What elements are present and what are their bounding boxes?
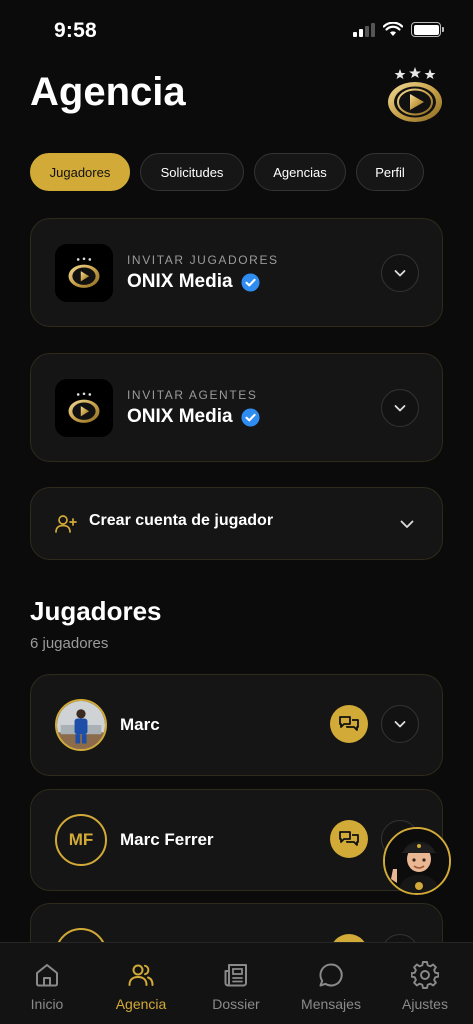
wifi-icon [383,22,403,36]
players-section-title: Jugadores [30,596,162,626]
player-row[interactable]: MF Marc Ferrer [30,789,443,891]
chevron-down-icon [394,270,406,277]
status-bar: 9:58 [0,0,473,60]
status-time: 9:58 [54,19,97,42]
message-player-button[interactable] [330,820,368,858]
onix-media-logo [55,244,113,302]
tab-perfil[interactable]: Perfil [356,153,424,191]
expand-invite-players-button[interactable] [381,254,419,292]
player-name: Marc [120,715,160,734]
assistant-avatar-button[interactable] [383,827,451,895]
nav-agencia[interactable]: Agencia [94,943,188,1024]
bottom-nav: Inicio Agencia Dossier Mensajes Ajustes [0,942,473,1024]
agency-name-text: ONIX Media [127,406,233,427]
tab-solicitudes[interactable]: Solicitudes [140,153,244,191]
users-icon [128,964,154,986]
verified-badge-icon [241,272,260,292]
nav-label: Mensajes [301,996,361,1012]
invite-players-label: INVITAR JUGADORES [127,253,279,267]
chat-icon [339,716,359,731]
nav-dossier[interactable]: Dossier [189,943,283,1024]
avatar [55,699,107,751]
nav-label: Dossier [212,996,260,1012]
invite-players-card[interactable]: INVITAR JUGADORES ONIX Media [30,218,443,327]
onix-media-logo [55,379,113,437]
invite-agents-label: INVITAR AGENTES [127,388,258,402]
chat-bubble-icon [319,963,343,987]
nav-mensajes[interactable]: Mensajes [284,943,378,1024]
tab-agencias[interactable]: Agencias [254,153,346,191]
agency-name-text: ONIX Media [127,271,233,292]
players-count: 6 jugadores [30,635,109,652]
verified-badge-icon [241,407,260,427]
avatar: MF [55,814,107,866]
page-title: Agencia [30,70,186,114]
player-name: Marc Ferrer [120,830,214,849]
agency-name: ONIX Media [127,406,260,428]
status-icons [353,22,444,37]
tab-jugadores[interactable]: Jugadores [30,153,130,191]
newspaper-icon [224,964,247,987]
tab-bar: Jugadores Solicitudes Agencias Perfil [30,153,424,191]
chat-icon [339,831,359,846]
nav-ajustes[interactable]: Ajustes [378,943,472,1024]
user-plus-icon [55,515,77,533]
agency-name: ONIX Media [127,271,260,293]
create-player-account-button[interactable]: Crear cuenta de jugador [30,487,443,560]
message-player-button[interactable] [330,705,368,743]
nav-label: Inicio [30,996,64,1012]
create-player-account-label: Crear cuenta de jugador [89,512,274,529]
player-photo-image [57,701,105,749]
invite-agents-card[interactable]: INVITAR AGENTES ONIX Media [30,353,443,462]
nav-label: Agencia [115,996,167,1012]
gear-icon [411,961,439,989]
chevron-down-icon [400,520,414,528]
cellular-signal-icon [353,22,375,37]
chevron-down-icon [394,405,406,412]
expand-player-button[interactable] [381,705,419,743]
expand-invite-agents-button[interactable] [381,389,419,427]
nav-label: Ajustes [402,996,448,1012]
battery-icon [411,22,444,37]
player-initials: MF [68,830,94,849]
player-row[interactable]: Marc [30,674,443,776]
assistant-avatar-image [385,829,449,893]
chevron-down-icon [394,721,406,728]
nav-inicio[interactable]: Inicio [0,943,94,1024]
onix-media-logo [388,67,442,122]
home-icon [36,964,58,987]
